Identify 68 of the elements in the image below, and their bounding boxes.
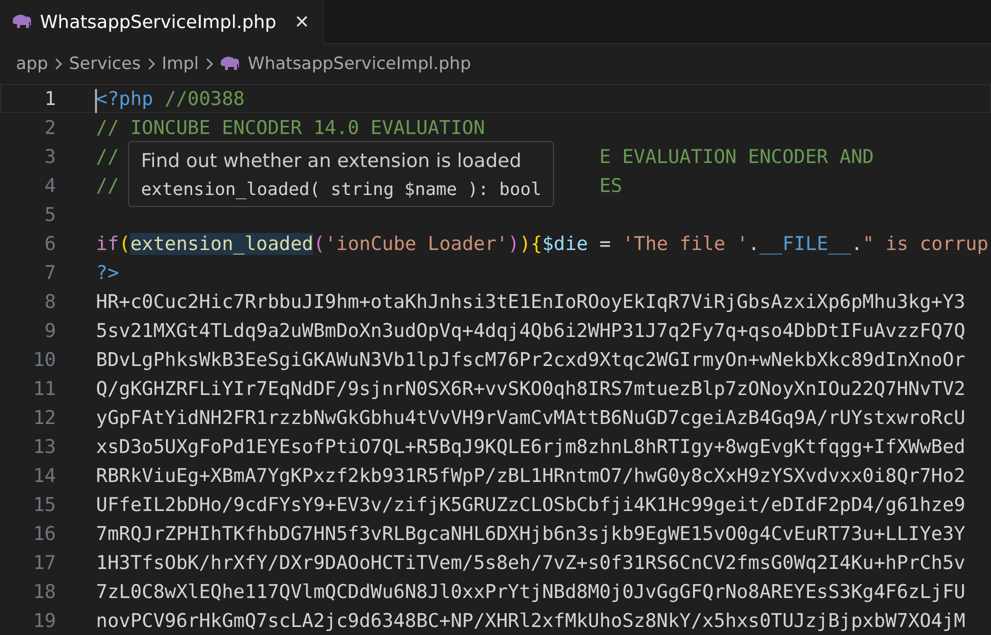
line-number: 13 <box>32 436 56 458</box>
code-token: ?> <box>96 262 119 284</box>
code-token: ( <box>118 232 130 254</box>
code-token: ES <box>599 174 622 196</box>
code-token: 5sv21MXGt4TLdq9a2uWBmDoXn3udOpVq+4dqj4Qb6i2WHP31J7q2Fy7q+qso4DbDtIFuAvzzFQ7Q <box>96 320 966 342</box>
code-token: // <box>96 174 119 196</box>
code-token: <?php <box>96 88 154 110</box>
line-number: 4 <box>44 174 56 196</box>
code-token: 'ionCube Loader' <box>324 232 508 254</box>
line-number: 10 <box>32 348 56 370</box>
code-token: = <box>598 232 612 254</box>
code-token: . <box>748 232 760 254</box>
line-number: 19 <box>32 610 56 632</box>
line-number: 3 <box>44 146 56 168</box>
elephant-icon <box>220 56 240 72</box>
code-token: . <box>851 232 863 254</box>
chevron-icon <box>146 58 156 70</box>
breadcrumb-item[interactable]: WhatsappServiceImpl.php <box>248 54 471 74</box>
line-number: 12 <box>32 406 56 428</box>
code-token: RBRkViuEg+XBmA7YgKPxzf2kb931R5fWpP/zBL1HRntmO7/hwG0y8cXxH9zYSXvdvxx0i8Qr7Ho2 <box>96 464 966 486</box>
code-token: 1H3TfsObK/hrXfY/DXr9DAOoHCTiTVem/5s8eh/7vZ+s0f31RS6CnCV2fmsG0Wq2I4Ku+hPrCh5v <box>96 552 966 574</box>
close-icon[interactable]: ✕ <box>294 12 310 32</box>
code-token: // <box>96 146 119 168</box>
code-token: 7zL0C8wXlEQhe117QVlmQCDdWu6N8Jl0xxPrYtjNBd8M0j0JvGgGFQrNo8AREYEsS3Kg4F6zLjFU <box>96 580 966 602</box>
line-number: 8 <box>44 290 56 312</box>
code-token: ( <box>313 232 325 254</box>
line-number: 1 <box>44 88 56 110</box>
code-token: // IONCUBE ENCODER 14.0 EVALUATION <box>96 116 485 138</box>
code-token: " is corrup <box>862 232 988 254</box>
line-number: 17 <box>32 552 56 574</box>
line-number: 5 <box>44 204 56 226</box>
line-number: 7 <box>44 262 56 284</box>
line-number: 14 <box>32 464 56 486</box>
line-number: 15 <box>32 494 56 516</box>
tooltip-signature: extension_loaded( string $name ): bool <box>141 180 542 200</box>
breadcrumb-item[interactable]: Services <box>69 54 141 74</box>
line-number: 18 <box>32 580 56 602</box>
code-token: ) <box>508 232 520 254</box>
code-token: yGpFAtYidNH2FR1rzzbNwGkGbhu4tVvVH9rVamCvMAttB6NuGD7cgeiAzB4Gq9A/rUYstxwroRcU <box>96 406 966 428</box>
line-number: 9 <box>44 320 56 342</box>
code-token: if <box>96 232 119 254</box>
code-token: { <box>530 232 542 254</box>
line-number: 11 <box>32 378 56 400</box>
line-number: 16 <box>32 522 56 544</box>
code-token: HR+c0Cuc2Hic7RrbbuJI9hm+otaKhJnhsi3tE1EnIoROoyEkIqR7ViRjGbsAzxiXp6pMhu3kg+Y3 <box>96 290 966 312</box>
code-token: 'The file ' <box>622 232 748 254</box>
breadcrumb-item[interactable]: app <box>16 54 48 74</box>
code-token: novPCV96rHkGmQ7scLA2jc9d6348BC+NP/XHRl2xfMkUhoSz8NkY/x5hxs0TUJzjBjpxbW7XO4jM <box>96 610 966 632</box>
chevron-icon <box>204 58 214 70</box>
code-token: BDvLgPhksWkB3EeSgiGKAWuN3Vb1lpJfscM76Pr2cxd9Xtqc2WGIrmyOn+wNekbXkc89dInXnoOr <box>96 348 966 370</box>
code-token: $die <box>542 232 588 254</box>
editor-tab[interactable]: WhatsappServiceImpl.php ✕ <box>0 0 324 44</box>
code-token: UFfeIL2bDHo/9cdFYsY9+EV3v/zifjK5GRUZzCLOSbCbfji4K1Hc99geit/eDIdF2pD4/g61hze9 <box>96 494 966 516</box>
line-number: 6 <box>44 232 56 254</box>
text-cursor <box>95 88 97 112</box>
code-token: ) <box>519 232 531 254</box>
elephant-icon <box>12 14 32 30</box>
code-token: xsD3o5UXgFoPd1EYEsofPtiO7QL+R5BqJ9KQLE6rjm8zhnL8hRTIgy+8wgEvgKtfqgg+IfXWwBed <box>96 436 966 458</box>
code-token: __FILE__ <box>760 232 852 254</box>
code-token: Q/gKGHZRFLiYIr7EqNdDF/9sjnrN0SX6R+vvSKO0qh8IRS7mtuezBlp7zONoyXnIOu22Q7HNvTV2 <box>96 378 966 400</box>
code-token: extension_loaded <box>130 232 314 254</box>
code-token: E EVALUATION ENCODER AND <box>599 146 874 168</box>
chevron-icon <box>54 58 63 70</box>
tooltip-description: Find out whether an extension is loaded <box>141 150 522 172</box>
breadcrumb-item[interactable]: Impl <box>162 54 199 74</box>
code-token: //00388 <box>164 88 245 110</box>
line-number: 2 <box>44 116 56 138</box>
code-token: 7mRQJrZPHIhTKfhbDG7HN5f3vRLBgcaNHL6DXHjb6n3sjkb9EgWE15vO0g4CvEuRT73u+LLIYe3Y <box>96 522 966 544</box>
